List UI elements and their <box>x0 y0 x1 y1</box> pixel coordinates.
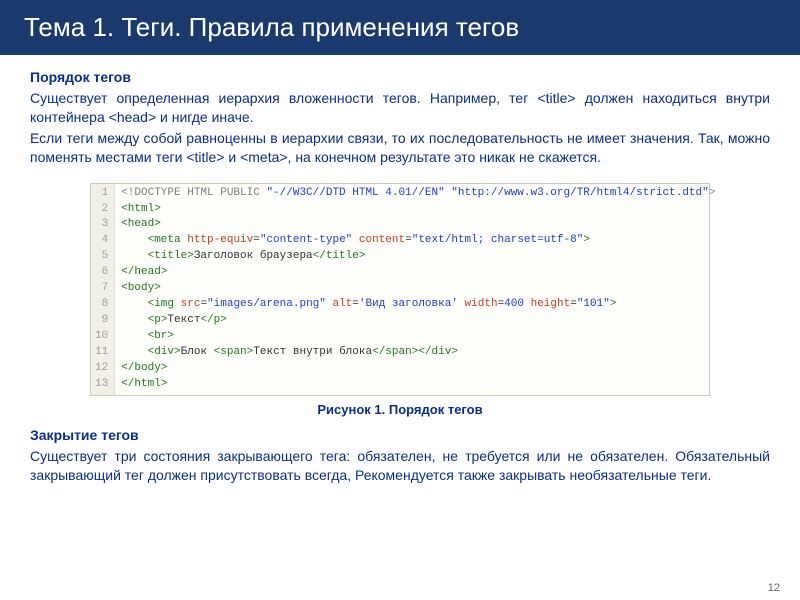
footer-area: Закрытие тегов Существует три состояния … <box>0 427 800 485</box>
line-number: 9 <box>95 313 108 329</box>
code-line: </html> <box>121 377 715 393</box>
code-line: <!DOCTYPE HTML PUBLIC "-//W3C//DTD HTML … <box>121 186 715 202</box>
line-number: 5 <box>95 249 108 265</box>
page-number: 12 <box>768 582 780 594</box>
code-line: <title>Заголовок браузера</title> <box>121 249 715 265</box>
section2-heading: Закрытие тегов <box>30 427 770 443</box>
content-area: Порядок тегов Существует определенная ие… <box>0 55 800 175</box>
code-line: <p>Текст</p> <box>121 313 715 329</box>
slide-title: Тема 1. Теги. Правила применения тегов <box>0 0 800 55</box>
line-number: 7 <box>95 281 108 297</box>
figure-caption: Рисунок 1. Порядок тегов <box>0 402 800 417</box>
code-line: </head> <box>121 265 715 281</box>
line-number: 4 <box>95 233 108 249</box>
code-line: <html> <box>121 202 715 218</box>
code-line: <meta http-equiv="content-type" content=… <box>121 233 715 249</box>
code-line: <br> <box>121 329 715 345</box>
code-line: <div>Блок <span>Текст внутри блока</span… <box>121 345 715 361</box>
code-body: <!DOCTYPE HTML PUBLIC "-//W3C//DTD HTML … <box>115 184 721 395</box>
line-number: 1 <box>95 186 108 202</box>
code-line: <body> <box>121 281 715 297</box>
code-line: <img src="images/arena.png" alt='Вид заг… <box>121 297 715 313</box>
section1-p2: Если теги между собой равноценны в иерар… <box>30 129 770 167</box>
code-line: </body> <box>121 361 715 377</box>
line-number: 11 <box>95 345 108 361</box>
code-listing: 12345678910111213 <!DOCTYPE HTML PUBLIC … <box>90 183 710 396</box>
line-number: 3 <box>95 217 108 233</box>
line-number-gutter: 12345678910111213 <box>91 184 115 395</box>
line-number: 2 <box>95 202 108 218</box>
section1-p1: Существует определенная иерархия вложенн… <box>30 89 770 127</box>
line-number: 6 <box>95 265 108 281</box>
section2-p1: Существует три состояния закрывающего те… <box>30 447 770 485</box>
section1-heading: Порядок тегов <box>30 69 770 85</box>
code-line: <head> <box>121 217 715 233</box>
line-number: 10 <box>95 329 108 345</box>
line-number: 8 <box>95 297 108 313</box>
line-number: 13 <box>95 377 108 393</box>
line-number: 12 <box>95 361 108 377</box>
